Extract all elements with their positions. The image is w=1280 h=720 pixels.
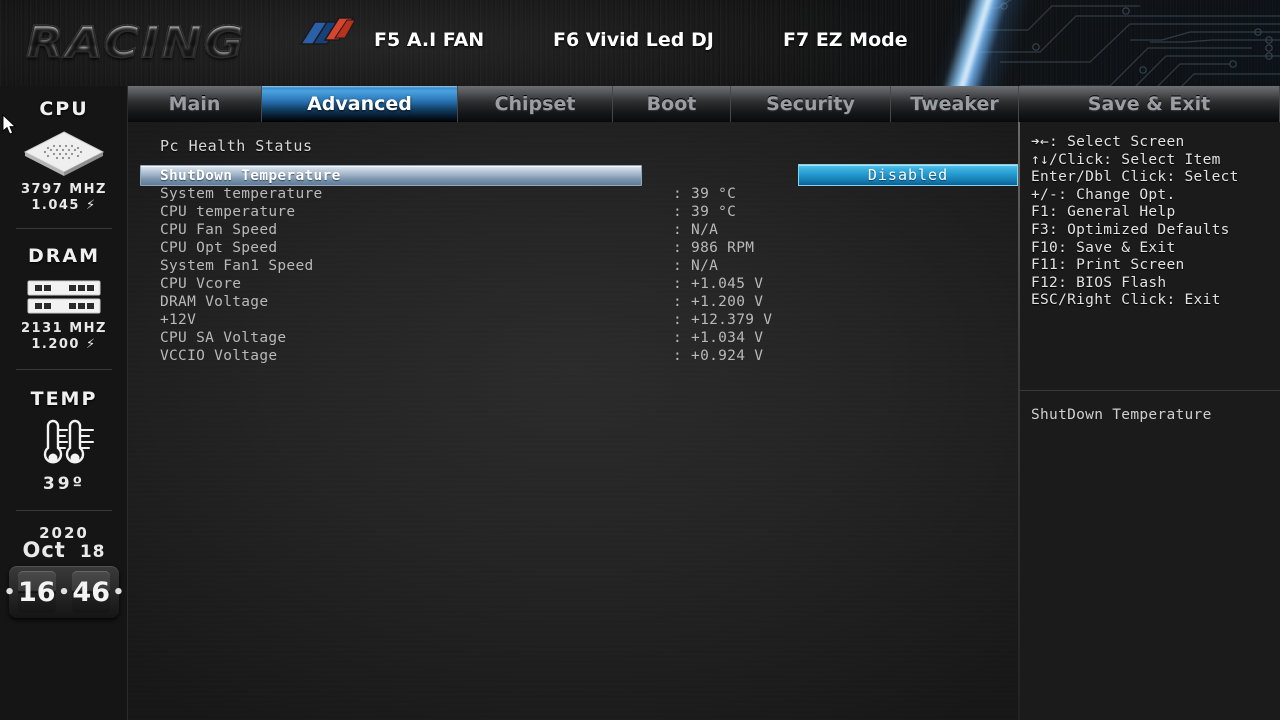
row-label: CPU SA Voltage — [160, 330, 287, 346]
hardware-monitor-sidebar: CPU 3797 MHZ 1.045 ⚡ DRAM 2131 MHZ 1.200… — [0, 86, 128, 720]
row-value: : 986 RPM — [673, 240, 755, 256]
row-label: CPU Opt Speed — [160, 240, 278, 256]
row-system-fan1-speed[interactable]: System Fan1 Speed : N/A — [128, 257, 1018, 275]
sidebar-section-dram: DRAM 2131 MHZ 1.200 ⚡ — [0, 229, 127, 353]
thermometer-icon — [43, 419, 94, 464]
row-label: ShutDown Temperature — [160, 168, 341, 184]
help-panel: ➔←: Select Screen ↑↓/Click: Select Item … — [1020, 122, 1280, 720]
row-label: +12V — [160, 312, 197, 328]
help-item-description: ShutDown Temperature — [1031, 407, 1212, 423]
sidebar-section-temp: TEMP 39º — [0, 370, 127, 494]
cpu-voltage: 1.045 — [31, 198, 80, 213]
settings-list: ShutDown Temperature Disabled System tem… — [128, 164, 1018, 365]
row-system-temperature[interactable]: System temperature : 39 °C — [128, 185, 1018, 203]
sidebar-section-cpu: CPU 3797 MHZ 1.045 ⚡ — [0, 86, 127, 214]
row-label: VCCIO Voltage — [160, 348, 278, 364]
help-key-f3-defaults: F3: Optimized Defaults — [1031, 221, 1230, 238]
row-cpu-vcore[interactable]: CPU Vcore : +1.045 V — [128, 275, 1018, 293]
row-value: : 39 °C — [673, 186, 737, 202]
clock-dot-right: • — [113, 581, 124, 603]
tab-tweaker[interactable]: Tweaker — [891, 86, 1019, 122]
pcb-trace-pattern — [980, 0, 1280, 86]
main-content-panel: Pc Health Status ShutDown Temperature Di… — [128, 122, 1018, 720]
flip-clock: • 16 • 46 • — [4, 566, 124, 618]
date-month-day: Oct 18 — [0, 538, 127, 562]
header-bar: RACING F5 A.I FAN F6 Vivid Led DJ F7 EZ … — [0, 0, 1280, 86]
row-shutdown-temperature[interactable]: ShutDown Temperature Disabled — [128, 164, 1018, 186]
row-value: : +1.200 V — [673, 294, 764, 310]
hotkey-f6-vivid-led-dj[interactable]: F6 Vivid Led DJ — [553, 29, 714, 51]
row-vccio-voltage[interactable]: VCCIO Voltage : +0.924 V — [128, 347, 1018, 365]
hotkey-f5-ai-fan[interactable]: F5 A.I FAN — [374, 29, 484, 51]
date-day: 18 — [79, 542, 106, 562]
sidebar-section-datetime: 2020 Oct 18 • 16 • 46 • — [0, 511, 127, 618]
row-label: CPU temperature — [160, 204, 296, 220]
help-key-select-item: ↑↓/Click: Select Item — [1031, 151, 1221, 168]
row-label: System Fan1 Speed — [160, 258, 314, 274]
bolt-icon: ⚡ — [79, 337, 97, 352]
dram-voltage-row: 1.200 ⚡ — [0, 337, 127, 353]
clock-hours: 16 — [18, 571, 56, 613]
help-panel-separator — [1020, 390, 1280, 391]
row-value: : +12.379 V — [673, 312, 773, 328]
row-cpu-fan-speed[interactable]: CPU Fan Speed : N/A — [128, 221, 1018, 239]
row-value: : N/A — [673, 258, 719, 274]
temp-section-title: TEMP — [30, 388, 98, 410]
help-key-esc-exit: ESC/Right Click: Exit — [1031, 292, 1221, 309]
help-key-enter-select: Enter/Dbl Click: Select — [1031, 169, 1239, 186]
temp-value: 39º — [42, 474, 86, 494]
help-key-list: ➔←: Select Screen ↑↓/Click: Select Item … — [1020, 134, 1280, 310]
shutdown-temperature-option[interactable]: Disabled — [798, 164, 1018, 186]
racing-logo-text: RACING — [25, 17, 246, 69]
cpu-section-title: CPU — [39, 98, 89, 120]
row-dram-voltage[interactable]: DRAM Voltage : +1.200 V — [128, 293, 1018, 311]
option-value: Disabled — [867, 166, 949, 184]
tab-boot[interactable]: Boot — [613, 86, 731, 122]
tab-save-exit[interactable]: Save & Exit — [1019, 86, 1280, 122]
clock-minutes: 46 — [72, 571, 110, 613]
row-value: : +1.045 V — [673, 276, 764, 292]
dram-module-icon — [27, 280, 101, 314]
row-value: : +0.924 V — [673, 348, 764, 364]
help-key-f10-save-exit: F10: Save & Exit — [1031, 239, 1176, 256]
cpu-chip-icon — [23, 131, 105, 176]
row-cpu-temperature[interactable]: CPU temperature : 39 °C — [128, 203, 1018, 221]
row-12v[interactable]: +12V : +12.379 V — [128, 311, 1018, 329]
tab-bar: Main Advanced Chipset Boot Security Twea… — [0, 86, 1280, 122]
row-label: CPU Fan Speed — [160, 222, 278, 238]
row-cpu-opt-speed[interactable]: CPU Opt Speed : 986 RPM — [128, 239, 1018, 257]
clock-dot-left: • — [4, 581, 15, 603]
row-value: : 39 °C — [673, 204, 737, 220]
racing-flag-emblem-icon — [299, 17, 356, 45]
row-label: DRAM Voltage — [160, 294, 269, 310]
bios-screen: RACING F5 A.I FAN F6 Vivid Led DJ F7 EZ … — [0, 0, 1280, 720]
row-value: : +1.034 V — [673, 330, 764, 346]
tab-advanced[interactable]: Advanced — [262, 86, 458, 122]
hotkey-f7-ez-mode[interactable]: F7 EZ Mode — [783, 29, 908, 51]
dram-section-title: DRAM — [27, 245, 100, 267]
tab-chipset[interactable]: Chipset — [458, 86, 613, 122]
dram-voltage: 1.200 — [31, 337, 80, 352]
help-key-f1-general-help: F1: General Help — [1031, 204, 1176, 221]
mouse-cursor-icon — [2, 114, 17, 135]
racing-logo: RACING — [25, 17, 244, 69]
dram-frequency: 2131 MHZ — [21, 321, 107, 336]
tab-security[interactable]: Security — [731, 86, 891, 122]
section-title: Pc Health Status — [160, 137, 313, 155]
tab-main[interactable]: Main — [128, 86, 262, 122]
row-value: : N/A — [673, 222, 719, 238]
clock-colon: • — [58, 581, 70, 603]
row-label: CPU Vcore — [160, 276, 242, 292]
help-key-change-opt: +/-: Change Opt. — [1031, 186, 1176, 203]
row-cpu-sa-voltage[interactable]: CPU SA Voltage : +1.034 V — [128, 329, 1018, 347]
date-month: Oct — [22, 538, 66, 562]
cpu-frequency: 3797 MHZ — [21, 182, 107, 197]
help-key-f12-bios-flash: F12: BIOS Flash — [1031, 274, 1167, 291]
bolt-icon: ⚡ — [79, 198, 97, 213]
row-label: System temperature — [160, 186, 323, 202]
help-key-select-screen: ➔←: Select Screen — [1031, 134, 1185, 150]
help-key-f11-print: F11: Print Screen — [1031, 257, 1185, 274]
cpu-voltage-row: 1.045 ⚡ — [0, 198, 127, 214]
